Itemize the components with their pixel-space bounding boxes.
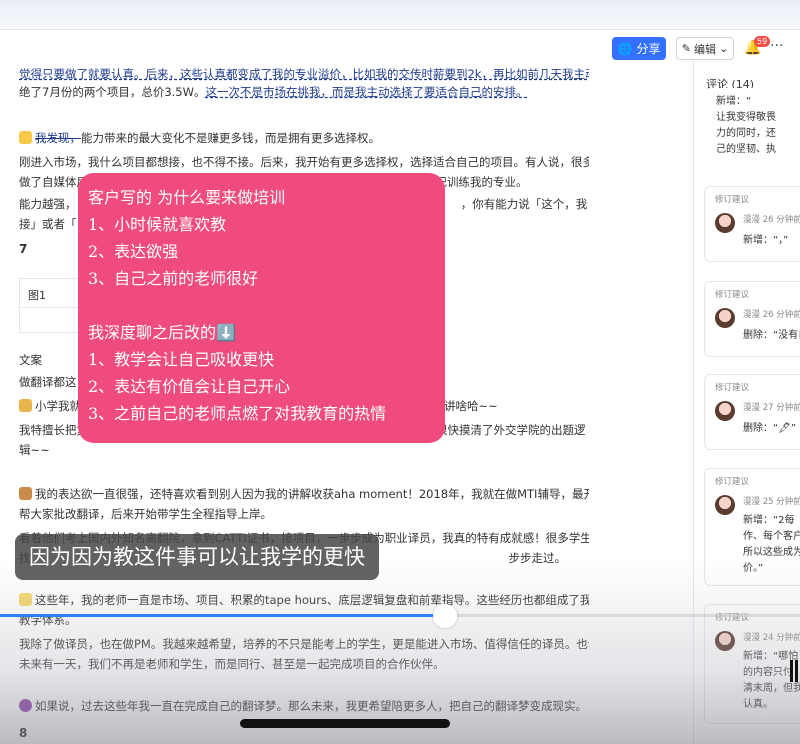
overlay-line: 2、表达有价值会让自己开心 — [88, 377, 291, 396]
doc-line: 如果说，过去这些年我一直在完成自己的翻译梦。那么未来，我更希望陪更多人，把自己的… — [19, 696, 589, 717]
edit-label: 编辑 — [694, 42, 716, 56]
overlay-line: 3、自己之前的老师很好 — [88, 269, 259, 288]
comment-type: 修订建议 — [715, 195, 750, 205]
video-subtitle: 因为因为教这件事可以让我学的更快 — [15, 534, 379, 580]
more-options-icon[interactable]: ··· — [770, 38, 783, 54]
doc-line: 未来有一天，我们不再是老师和学生，而是同行、甚至是一起完成项目的合作伙伴。 — [19, 657, 445, 671]
comment-card[interactable]: 修订建议 漫漫 26 分钟前 删除：“没有自 — [704, 281, 800, 357]
doc-line: 绝了7月份的两个项目，总价3.5W。这一次不是市场在挑我，而是我主动选择了要适合… — [19, 85, 528, 99]
overlay-line: 客户写的 为什么要来做培训 — [88, 188, 286, 207]
doc-line: 辑~~ — [19, 443, 50, 457]
comment-text: 新增：“ — [716, 96, 752, 107]
comment-card[interactable]: 修订建议 漫漫 25 分钟前 新增：“2每 作、每个客户 所以这些成为 价。” — [704, 468, 800, 586]
section-number: 7 — [19, 242, 28, 256]
notification-count: 59 — [754, 36, 771, 47]
section-number: 8 — [19, 726, 28, 740]
comment-text: 价。” — [743, 563, 764, 574]
purple-heart-icon — [19, 699, 32, 712]
overlay-line: 1、小时候就喜欢教 — [88, 215, 227, 234]
share-button[interactable]: 🌐 分享 — [612, 37, 666, 60]
avatar — [715, 308, 735, 328]
lightbulb-icon — [19, 593, 32, 606]
comment-card[interactable]: 修订建议 漫漫 27 分钟前 删除：“🖋” — [704, 374, 800, 450]
comment-text: 认真。 — [743, 699, 773, 710]
video-progress-bar[interactable] — [0, 614, 800, 617]
chevron-down-icon: ⌄ — [719, 42, 729, 55]
overlay-note-card: 客户写的 为什么要来做培训 1、小时候就喜欢教 2、表达欲强 3、自己之前的老师… — [78, 173, 445, 443]
avatar — [715, 213, 735, 233]
globe-icon: 🌐 — [617, 41, 633, 56]
overlay-line: 2、表达欲强 — [88, 242, 179, 261]
comment-type: 修订建议 — [715, 613, 750, 623]
overlay-line — [88, 293, 445, 320]
doc-line: 我除了做译员，也在做PM。我越来越希望，培养的不只是能考上的学生，更是能进入市场… — [19, 637, 589, 651]
comment-text: 作、每个客户 — [743, 531, 800, 542]
doc-line: 刚进入市场，我什么项目都想接，也不得不接。后来，我开始有更多选择权，选择适合自己… — [19, 155, 589, 169]
comment-meta: 漫漫 27 分钟前 — [743, 403, 800, 413]
avatar — [715, 631, 735, 651]
lightbulb-icon — [19, 131, 32, 144]
doc-line: 我发现，能力带来的最大变化不是赚更多钱，而是拥有更多选择权。 — [19, 128, 589, 149]
edit-mode-button[interactable]: ✎ 编辑 ⌄ — [676, 37, 734, 60]
comment-text: 力的同时，还 — [716, 128, 776, 139]
comment-text: 的内容只付 — [743, 667, 793, 678]
comment-text: 所以这些成为 — [743, 547, 800, 558]
notification-bell-icon[interactable]: 🔔 59 — [744, 36, 771, 60]
comments-panel: 评论 (14) 新增：“ 让我变得敬畏 力的同时，还 己的坚韧、执 修订建议 漫… — [693, 60, 800, 744]
comment-meta: 漫漫 24 分钟前 — [743, 633, 800, 643]
comment-card[interactable]: 新增：“ 让我变得敬畏 力的同时，还 己的坚韧、执 — [704, 88, 800, 156]
doc-line: 这些年，我的老师一直是市场、项目、积累的tape hours、底层逻辑复盘和前辈… — [19, 590, 589, 611]
pause-icon[interactable] — [790, 660, 798, 682]
video-progress-knob[interactable] — [433, 604, 457, 628]
comment-type: 修订建议 — [715, 290, 750, 300]
comment-meta: 漫漫 26 分钟前 — [743, 310, 800, 320]
browser-top-strip — [0, 0, 800, 30]
home-indicator — [240, 719, 450, 728]
comment-meta: 漫漫 25 分钟前 — [743, 497, 800, 507]
pencil-icon: ✎ — [681, 42, 691, 55]
overlay-line: 1、教学会让自己吸收更快 — [88, 350, 275, 369]
comment-text: 新增：“，” — [743, 235, 789, 246]
comment-card[interactable]: 修订建议 漫漫 24 分钟前 新增：“哪怕 的内容只付 清末周，但我 认真。 — [704, 604, 800, 724]
doc-line: 帮大家批改翻译，后来开始带学生全程指导上岸。 — [19, 507, 272, 521]
overlay-line: 我深度聊之后改的⬇️ — [88, 323, 236, 342]
comment-text: 己的坚韧、执 — [716, 144, 776, 155]
table-cell: 图1 — [28, 289, 46, 302]
comment-text: 删除：“没有自 — [743, 330, 800, 341]
book-icon — [19, 399, 32, 412]
video-progress-fill — [0, 614, 445, 617]
comment-card[interactable]: 修订建议 漫漫 26 分钟前 新增：“，” — [704, 186, 800, 262]
comment-text: 让我变得敬畏 — [716, 112, 776, 123]
comment-meta: 漫漫 26 分钟前 — [743, 215, 800, 225]
share-label: 分享 — [636, 42, 661, 56]
comment-type: 修订建议 — [715, 383, 750, 393]
doc-line: 我的表达欲一直很强，还特喜欢看到别人因为我的讲解收获aha moment！201… — [19, 484, 589, 505]
overlay-line: 3、之前自己的老师点燃了对我教育的热情 — [88, 404, 387, 423]
avatar — [715, 495, 735, 515]
house-icon — [19, 487, 32, 500]
comment-text: 新增：“2每 — [743, 515, 795, 526]
comment-type: 修订建议 — [715, 477, 750, 487]
avatar — [715, 401, 735, 421]
comment-text: 删除：“🖋” — [743, 423, 797, 434]
